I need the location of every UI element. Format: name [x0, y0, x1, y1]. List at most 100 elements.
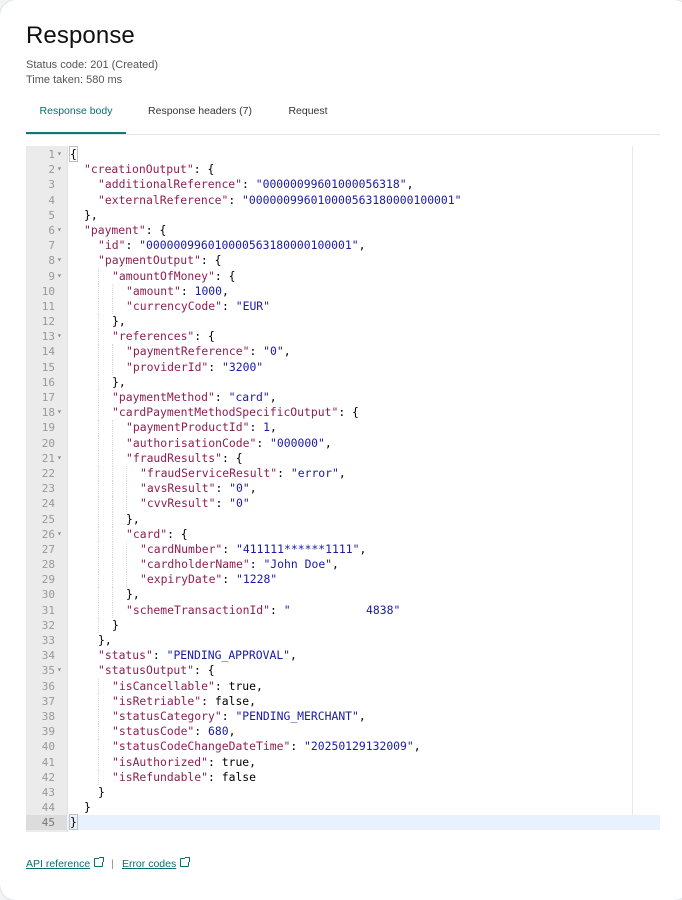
line-number: 34 — [41, 649, 55, 663]
code-text: "isCancellable": true, — [112, 679, 263, 694]
code-text: "cvvResult": "0" — [140, 496, 250, 511]
indent-guide — [98, 496, 99, 512]
code-text: "paymentReference": "0", — [126, 344, 291, 359]
indent-guide — [112, 557, 113, 573]
line-number: 23 — [41, 482, 55, 496]
code-lines: 1 ▾{2 ▾ "creationOutput": {3 "additionalRefe… — [26, 146, 660, 831]
error-codes-link[interactable]: Error codes — [121, 857, 191, 870]
json-punctuation: } — [84, 800, 91, 815]
time-taken: Time taken: 580 ms — [26, 74, 123, 86]
indent-guide — [98, 617, 99, 633]
code-text: "id": "000000996010000563180000100001", — [98, 238, 365, 253]
json-key: "paymentReference" — [126, 344, 250, 359]
indent-guide — [98, 708, 99, 725]
line-number: 39 — [41, 725, 55, 739]
indent-guide — [126, 481, 127, 497]
json-string: "card" — [228, 390, 270, 404]
fold-toggle-icon[interactable]: ▾ — [57, 663, 62, 676]
fold-toggle-icon[interactable]: ▾ — [57, 147, 62, 160]
indent-guide — [98, 572, 99, 588]
line-number: 14 — [41, 345, 55, 359]
tab-request[interactable]: Request — [276, 96, 340, 133]
json-key: "fraudResults" — [126, 450, 223, 465]
code-line: 36 "isCancellable": true, — [26, 678, 660, 694]
code-text: "statusCodeChangeDateTime": "20250129132… — [112, 739, 421, 754]
code-text: }, — [98, 633, 112, 648]
json-key: "amountOfMoney" — [112, 268, 215, 283]
code-line: 22 "fraudServiceResult": "error", — [26, 465, 660, 482]
json-string: "EUR" — [235, 298, 271, 313]
fold-toggle-icon[interactable]: ▾ — [57, 162, 62, 175]
json-key: "avsResult" — [140, 481, 216, 496]
line-number: 45 — [26, 815, 67, 831]
code-line: 14 "paymentReference": "0", — [26, 344, 660, 360]
line-number: 17 — [41, 391, 55, 404]
json-punctuation: : { — [214, 268, 236, 283]
fold-toggle-icon[interactable]: ▾ — [57, 405, 62, 418]
indent-guide — [112, 450, 113, 466]
tab-response-headers[interactable]: Response headers (7) — [138, 96, 262, 133]
code-line: 29 "expiryDate": "1228" — [26, 572, 660, 588]
indent-guide — [98, 435, 99, 451]
code-line: 42 "isRefundable": false — [26, 769, 660, 785]
json-punctuation: : — [249, 557, 264, 572]
tab-response-body[interactable]: Response body — [26, 96, 126, 134]
indent-guide — [112, 572, 113, 588]
fold-toggle-icon[interactable]: ▾ — [57, 451, 62, 464]
json-punctuation: }, — [126, 587, 140, 602]
json-punctuation: : — [215, 481, 230, 496]
indent-guide — [112, 359, 113, 375]
json-key: "status" — [98, 648, 153, 663]
code-text: "isAuthorized": true, — [112, 755, 256, 770]
fold-toggle-icon[interactable]: ▾ — [57, 253, 62, 266]
json-key: "creationOutput" — [84, 162, 194, 177]
code-text: "schemeTransactionId": " 4838" — [126, 603, 400, 618]
code-line: 31 "schemeTransactionId": " 4838" — [26, 602, 660, 618]
indent-guide — [98, 329, 99, 345]
code-line: 21 ▾ "fraudResults": { — [26, 450, 660, 466]
line-number: 16 — [41, 375, 55, 389]
fold-toggle-icon[interactable]: ▾ — [57, 223, 62, 236]
json-punctuation: }, — [112, 374, 126, 389]
json-punctuation: : — [194, 724, 209, 739]
indent-guide — [98, 405, 99, 421]
json-punctuation: , — [256, 678, 263, 693]
code-text: "paymentOutput": { — [98, 253, 221, 268]
json-punctuation: : { — [194, 329, 215, 344]
json-key: "externalReference" — [98, 192, 229, 207]
json-punctuation: : — [222, 572, 237, 587]
json-punctuation: , — [332, 557, 339, 572]
fold-toggle-icon[interactable]: ▾ — [57, 329, 62, 342]
link-separator: | — [111, 858, 114, 870]
fold-toggle-icon[interactable]: ▾ — [57, 269, 62, 282]
code-text: "externalReference": "000000996010000563… — [98, 193, 461, 208]
json-punctuation: : { — [193, 162, 215, 177]
api-reference-link[interactable]: API reference — [26, 857, 105, 870]
error-codes-label: Error codes — [121, 858, 177, 870]
json-punctuation: , — [228, 724, 236, 739]
json-string: "PENDING_MERCHANT" — [235, 708, 359, 723]
json-key: "authorisationCode" — [126, 435, 257, 450]
line-number: 25 — [41, 512, 55, 526]
json-code-editor[interactable]: 1 ▾{2 ▾ "creationOutput": {3 "additionalRefe… — [26, 146, 660, 832]
json-punctuation: , — [358, 238, 366, 253]
line-number: 1 — [48, 148, 55, 161]
indent-guide — [98, 754, 99, 770]
code-text: "cardholderName": "John Doe", — [140, 557, 339, 572]
indent-guide — [112, 344, 113, 360]
code-line: 28 "cardholderName": "John Doe", — [26, 557, 660, 573]
indent-guide — [98, 526, 99, 542]
json-string: "1228" — [236, 572, 278, 587]
json-key: "fraudServiceResult" — [140, 465, 278, 480]
code-line: 32} — [26, 617, 660, 633]
line-number: 22 — [41, 466, 55, 480]
indent-guide — [98, 739, 99, 755]
code-line: 4 "externalReference": "00000099601000056… — [26, 193, 660, 208]
indent-guide — [112, 298, 113, 315]
json-key: "currencyCode" — [126, 298, 223, 313]
code-line: 45} — [26, 814, 660, 831]
json-punctuation: : — [249, 344, 264, 359]
line-number: 10 — [41, 284, 55, 298]
code-text: "paymentProductId": 1, — [126, 420, 277, 435]
fold-toggle-icon[interactable]: ▾ — [57, 527, 62, 540]
